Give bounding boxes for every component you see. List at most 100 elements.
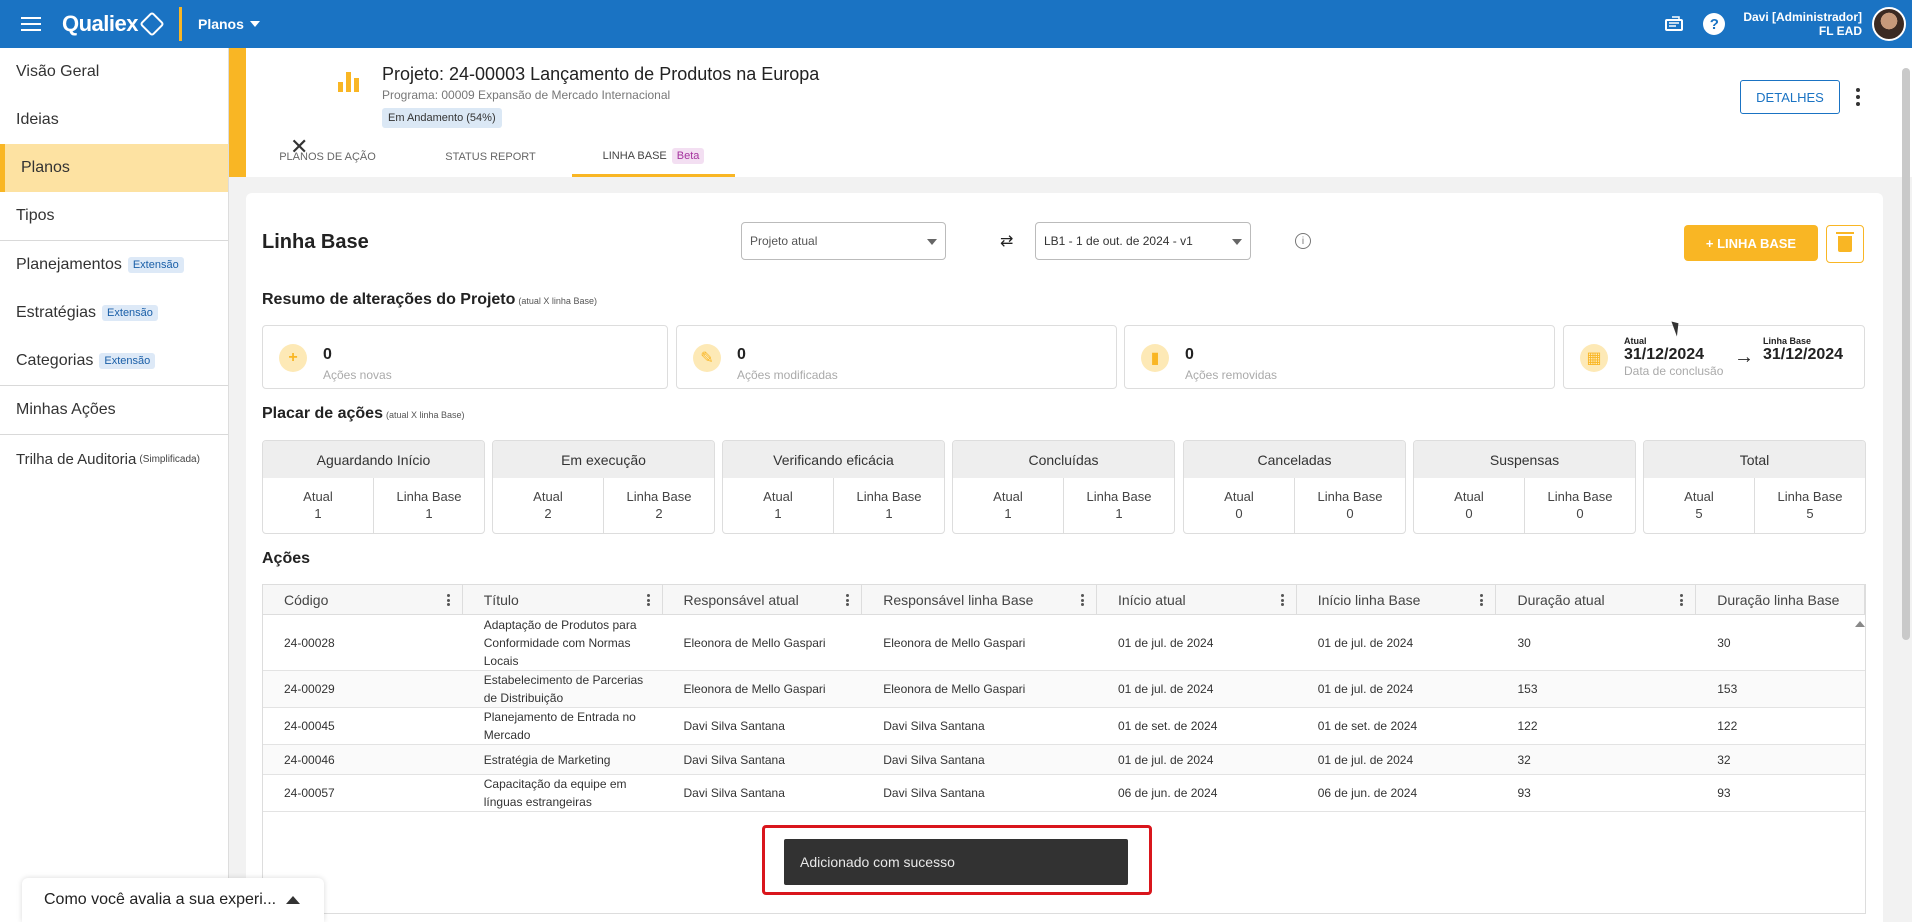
table-cell: 153 <box>1717 682 1738 696</box>
column-menu-icon[interactable] <box>446 594 450 606</box>
more-options-icon[interactable] <box>1856 88 1860 106</box>
module-select[interactable]: Planos <box>198 16 260 32</box>
sidebar-item-visao-geral[interactable]: Visão Geral <box>0 48 228 96</box>
score-current: Atual 5 <box>1684 489 1714 521</box>
top-bar: Qualiex Planos ? Davi [Administrador] FL… <box>0 0 1912 48</box>
add-circle-icon: + <box>279 344 307 372</box>
table-row[interactable]: 24-00045 Planejamento de Entrada no Merca… <box>263 708 1865 745</box>
table-cell: 93 <box>1717 786 1731 800</box>
select-value: LB1 - 1 de out. de 2024 - v1 <box>1044 234 1193 248</box>
table-cell: Davi Silva Santana <box>883 752 985 767</box>
table-row[interactable]: 24-00028 Adaptação de Produtos para Confo… <box>263 615 1865 671</box>
info-icon[interactable]: i <box>1295 233 1311 249</box>
training-icon[interactable] <box>1663 13 1685 35</box>
project-header: ✕ Projeto: 24-00003 Lançamento de Produt… <box>229 48 1912 177</box>
column-menu-icon[interactable] <box>1680 594 1684 606</box>
column-header[interactable]: Código <box>263 585 463 614</box>
table-cell: 24-00029 <box>284 682 335 696</box>
summary-card-modified: ✎ 0 Ações modificadas <box>676 325 1117 389</box>
column-menu-icon[interactable] <box>1080 594 1084 606</box>
page-title: Linha Base <box>262 231 369 253</box>
actions-title: Ações <box>262 550 311 567</box>
tab-label: PLANOS DE AÇÃO <box>279 151 376 163</box>
column-menu-icon[interactable] <box>846 594 850 606</box>
add-baseline-button[interactable]: + LINHA BASE <box>1684 225 1818 261</box>
project-tabs: PLANOS DE AÇÃO STATUS REPORT LINHA BASE B… <box>246 137 735 177</box>
score-baseline: Linha Base 0 <box>1524 478 1635 533</box>
menu-icon[interactable] <box>0 0 62 48</box>
table-cell: 01 de jul. de 2024 <box>1117 752 1214 767</box>
tab-planos-de-acao[interactable]: PLANOS DE AÇÃO <box>246 137 409 177</box>
chevron-up-icon <box>286 896 300 904</box>
tab-label: LINHA BASE <box>602 149 667 162</box>
user-info[interactable]: Davi [Administrador] FL EAD <box>1743 10 1862 38</box>
trash-icon <box>1836 232 1854 252</box>
table-row[interactable]: 24-00029 Estabelecimento de Parcerias de … <box>263 671 1865 708</box>
table-cell: 01 de set. de 2024 <box>1317 719 1418 733</box>
sidebar-item-label: Minhas Ações <box>16 401 116 418</box>
tab-linha-base[interactable]: LINHA BASE Beta <box>572 137 735 177</box>
column-header[interactable]: Duração atual <box>1496 585 1697 614</box>
sidebar-item-label: Categorias <box>16 352 94 369</box>
table-cell: 24-00046 <box>284 752 335 767</box>
column-menu-icon[interactable] <box>1280 594 1284 606</box>
score-group: Em execução Atual 2 Linha Base 2 <box>492 440 715 534</box>
delete-baseline-button[interactable] <box>1826 225 1864 263</box>
chevron-down-icon <box>927 239 937 245</box>
page-scrollbar[interactable] <box>1902 68 1910 640</box>
sidebar: Visão Geral Ideias Planos Tipos Planejam… <box>0 48 229 922</box>
table-cell: Adaptação de Produtos para Conformidade … <box>483 617 637 668</box>
column-menu-icon[interactable] <box>1480 594 1484 606</box>
baseline-date-label: Linha Base <box>1763 336 1812 346</box>
sidebar-item-planejamentos[interactable]: Planejamentos Extensão <box>0 241 228 289</box>
table-cell: Davi Silva Santana <box>683 786 785 800</box>
table-cell: 30 <box>1517 635 1531 650</box>
sidebar-item-categorias[interactable]: Categorias Extensão <box>0 337 228 385</box>
sidebar-item-ideias[interactable]: Ideias <box>0 96 228 144</box>
sidebar-item-estrategias[interactable]: Estratégias Extensão <box>0 289 228 337</box>
tab-status-report[interactable]: STATUS REPORT <box>409 137 572 177</box>
sidebar-item-trilha-auditoria[interactable]: Trilha de Auditoria (Simplificada) <box>0 435 228 483</box>
date-caption: Data de conclusão <box>1624 364 1724 378</box>
table-row[interactable]: 24-00057 Capacitação da equipe em línguas… <box>263 775 1865 812</box>
feedback-widget[interactable]: Como você avalia a sua experi... <box>22 878 324 922</box>
sidebar-item-label: Visão Geral <box>16 63 100 80</box>
table-row[interactable]: 24-00046 Estratégia de Marketing Davi Silv… <box>263 745 1865 775</box>
score-group-title: Aguardando Início <box>263 441 484 478</box>
sidebar-item-label: Tipos <box>16 207 55 224</box>
column-header[interactable]: Início linha Base <box>1297 585 1497 614</box>
sidebar-item-label: Planos <box>21 159 70 176</box>
score-group: Concluídas Atual 1 Linha Base 1 <box>952 440 1175 534</box>
table-cell: 01 de jul. de 2024 <box>1117 635 1214 650</box>
score-group-title: Suspensas <box>1414 441 1635 478</box>
column-header[interactable]: Responsável atual <box>663 585 863 614</box>
score-baseline: Linha Base 1 <box>1063 478 1174 533</box>
sidebar-item-label: Planejamentos <box>16 256 122 273</box>
column-menu-icon[interactable] <box>646 594 650 606</box>
summary-label: Ações novas <box>323 368 392 382</box>
beta-badge: Beta <box>671 147 705 164</box>
details-button[interactable]: DETALHES <box>1740 80 1840 114</box>
baseline-version-select[interactable]: LB1 - 1 de out. de 2024 - v1 <box>1035 222 1251 260</box>
table-header: Código Título Responsável atual Responsável… <box>263 585 1865 615</box>
scroll-up-icon[interactable] <box>1855 621 1865 627</box>
sidebar-item-tipos[interactable]: Tipos <box>0 192 228 240</box>
table-cell: Eleonora de Mello Gaspari <box>683 635 826 650</box>
column-header[interactable]: Duração linha Base <box>1696 585 1865 614</box>
score-current: Atual 1 <box>763 489 793 521</box>
sidebar-item-planos[interactable]: Planos <box>0 144 228 192</box>
help-icon[interactable]: ? <box>1703 13 1726 35</box>
column-header[interactable]: Título <box>463 585 663 614</box>
sidebar-item-minhas-acoes[interactable]: Minhas Ações <box>0 386 228 434</box>
score-group: Canceladas Atual 0 Linha Base 0 <box>1183 440 1406 534</box>
table-cell: 24-00057 <box>284 786 335 800</box>
column-header[interactable]: Início atual <box>1097 585 1297 614</box>
avatar[interactable] <box>1872 7 1906 41</box>
table-cell: 01 de set. de 2024 <box>1117 719 1218 733</box>
score-current: Atual 0 <box>1224 489 1254 521</box>
current-project-select[interactable]: Projeto atual <box>741 222 946 260</box>
logo[interactable]: Qualiex <box>62 11 165 37</box>
swap-icon[interactable]: ⇄ <box>1000 231 1013 251</box>
program-subtitle: Programa: 00009 Expansão de Mercado Inte… <box>382 88 671 102</box>
column-header[interactable]: Responsável linha Base <box>862 585 1097 614</box>
